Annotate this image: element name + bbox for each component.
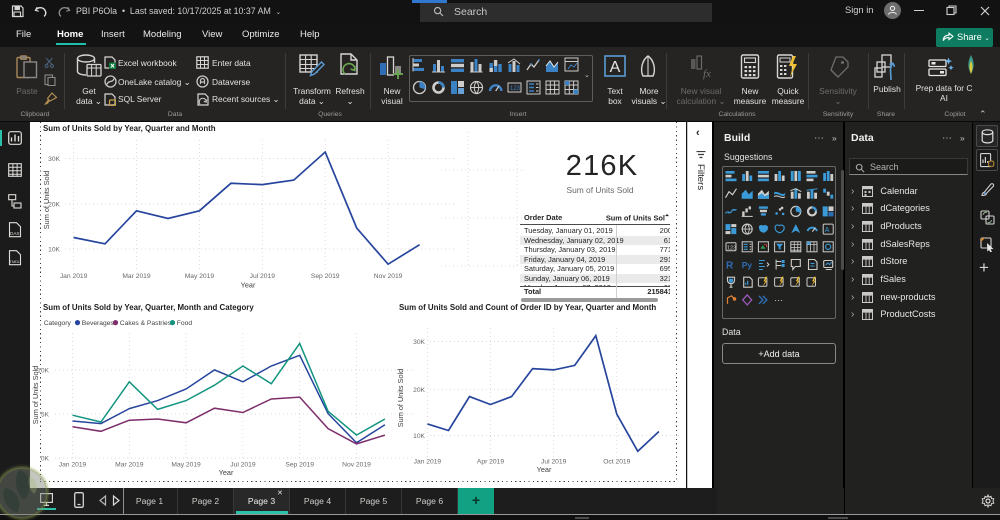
svg-text:10K: 10K (413, 433, 425, 440)
svg-text:R: R (726, 261, 734, 272)
svg-text:10K: 10K (48, 247, 60, 254)
svg-text:Cakes & Pastries: Cakes & Pastries (120, 320, 172, 327)
svg-text:30K: 30K (48, 156, 60, 163)
svg-text:Nov 2019: Nov 2019 (342, 462, 371, 469)
svg-text:Food: Food (177, 320, 193, 327)
svg-text:123: 123 (510, 86, 521, 92)
svg-text:Apr 2019: Apr 2019 (477, 459, 504, 466)
svg-text:123: 123 (727, 245, 736, 251)
svg-text:30K: 30K (413, 339, 425, 346)
svg-text:Sep 2019: Sep 2019 (311, 273, 340, 280)
svg-text:Oct 2019: Oct 2019 (603, 459, 630, 466)
svg-text:Mar 2019: Mar 2019 (122, 273, 151, 280)
svg-text:fx: fx (703, 68, 711, 80)
svg-text:DAX: DAX (10, 231, 19, 236)
svg-text:Beverages: Beverages (82, 320, 115, 327)
svg-text:TMDL: TMDL (9, 259, 21, 264)
svg-text:Category: Category (44, 320, 72, 327)
svg-text:Sum of Units Sold: Sum of Units Sold (42, 171, 51, 229)
svg-text:Sep 2019: Sep 2019 (285, 462, 314, 469)
svg-text:Jul 2019: Jul 2019 (250, 273, 276, 280)
svg-text:Sum of Units Sold: Sum of Units Sold (396, 369, 405, 427)
svg-text:A: A (825, 227, 830, 234)
svg-text:Py: Py (742, 260, 753, 270)
svg-text:Mar 2019: Mar 2019 (115, 462, 144, 469)
svg-text:A: A (610, 59, 621, 76)
svg-text:5K: 5K (41, 412, 50, 419)
svg-text:Jan 2019: Jan 2019 (414, 459, 442, 466)
svg-text:Nov 2019: Nov 2019 (374, 273, 403, 280)
svg-text:⋯: ⋯ (774, 295, 783, 305)
svg-text:Year: Year (537, 465, 552, 474)
svg-text:Year: Year (219, 468, 234, 477)
svg-text:Jan 2019: Jan 2019 (59, 462, 87, 469)
svg-text:Year: Year (241, 281, 256, 290)
svg-text:Jan 2019: Jan 2019 (60, 273, 88, 280)
svg-text:May 2019: May 2019 (171, 462, 201, 469)
svg-text:Sum of Units Sold: Sum of Units Sold (31, 366, 40, 424)
svg-text:Jul 2019: Jul 2019 (230, 462, 256, 469)
svg-text:20K: 20K (413, 387, 425, 394)
svg-text:May 2019: May 2019 (185, 273, 215, 280)
